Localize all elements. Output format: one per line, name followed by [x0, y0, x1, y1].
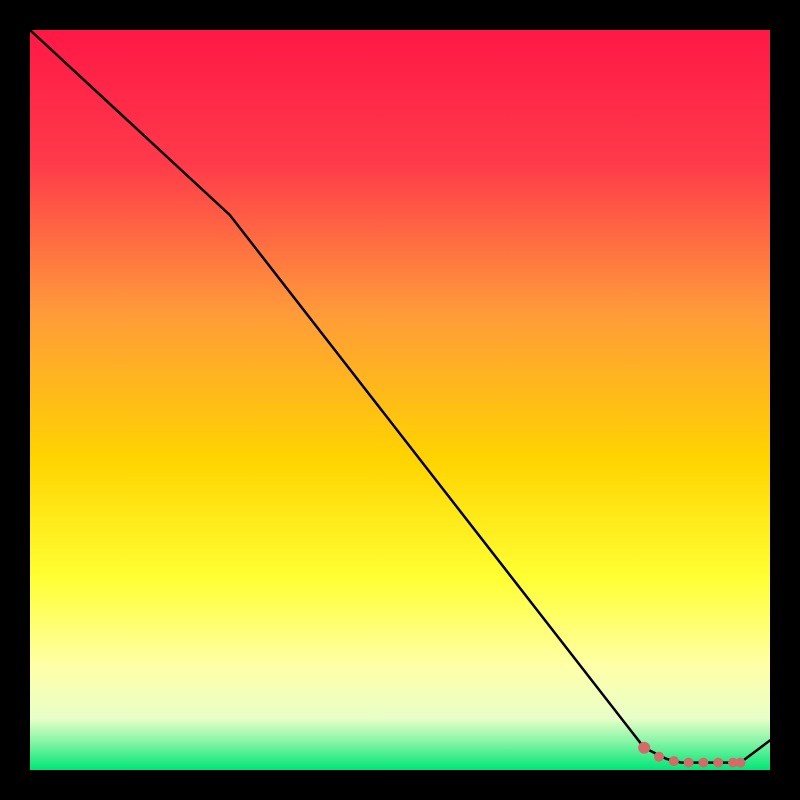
marker-dot [684, 758, 694, 768]
marker-dot [713, 758, 723, 768]
chart-svg [0, 0, 800, 800]
marker-dot [654, 752, 664, 762]
plot-area [30, 30, 770, 770]
chart-container: TheBottleneck.com [0, 0, 800, 800]
marker-dot [735, 758, 745, 768]
marker-dot [698, 758, 708, 768]
gradient-background [30, 30, 770, 770]
marker-dot [638, 742, 650, 754]
marker-dot [669, 756, 679, 766]
